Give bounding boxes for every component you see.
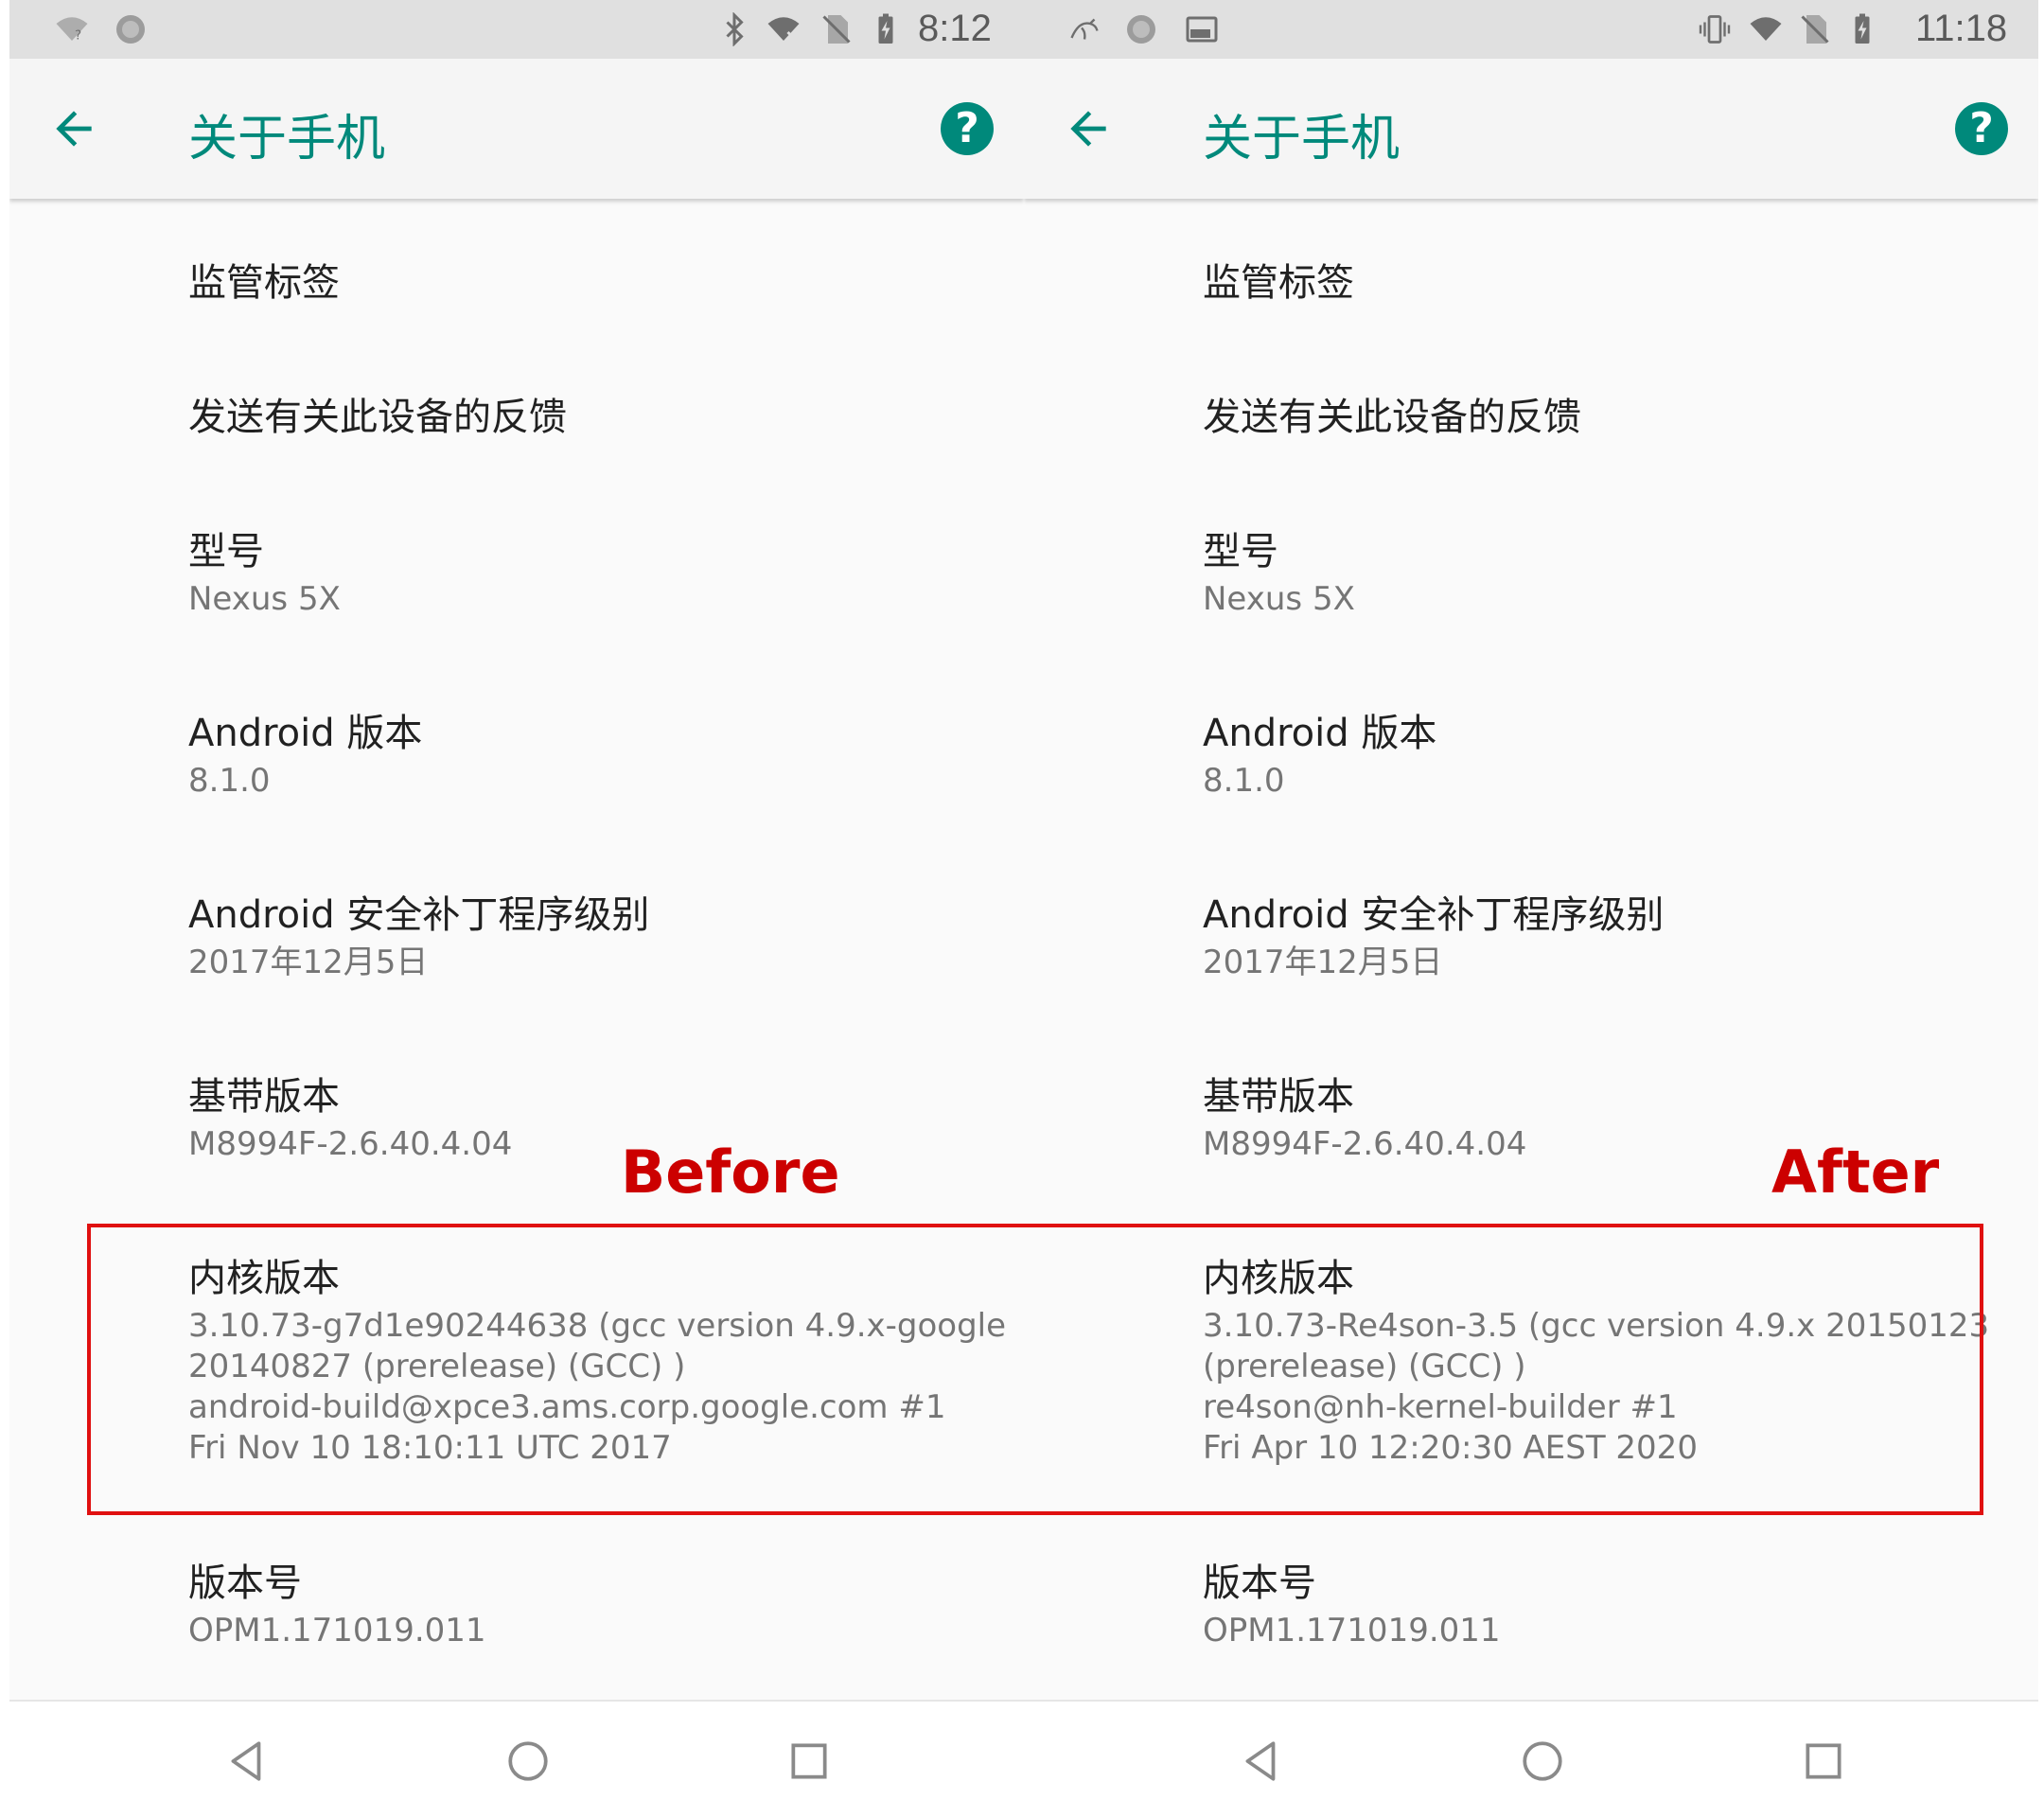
item-title: 发送有关此设备的反馈 bbox=[1203, 396, 1581, 439]
item-title: Android 版本 bbox=[1203, 712, 1437, 755]
item-title: 型号 bbox=[1203, 530, 1278, 573]
value-line: 8.1.0 bbox=[188, 762, 271, 800]
nav-home-icon[interactable] bbox=[1519, 1738, 1566, 1785]
list-item-regulatory-labels[interactable]: 监管标签 bbox=[188, 257, 993, 309]
no-sim-icon bbox=[822, 15, 851, 44]
value-line: OPM1.171019.011 bbox=[188, 1612, 486, 1649]
list-item-model[interactable]: 型号 Nexus 5X bbox=[188, 526, 993, 620]
sync-circle-icon bbox=[1127, 15, 1155, 44]
item-title: Android 安全补丁程序级别 bbox=[1203, 893, 1665, 937]
item-title: Android 版本 bbox=[188, 712, 423, 755]
no-sim-icon bbox=[1801, 15, 1829, 44]
back-arrow-icon[interactable] bbox=[1062, 102, 1115, 155]
item-title: 版本号 bbox=[1203, 1561, 1316, 1605]
page-title: 关于手机 bbox=[188, 111, 386, 168]
list-item-regulatory-labels[interactable]: 监管标签 bbox=[1203, 257, 2007, 309]
list-item-send-feedback[interactable]: 发送有关此设备的反馈 bbox=[188, 392, 993, 443]
wifi-icon bbox=[1750, 17, 1782, 41]
nav-recents-icon[interactable] bbox=[785, 1738, 833, 1785]
status-time: 11:18 bbox=[1915, 8, 2008, 49]
terminal-icon bbox=[1186, 16, 1218, 43]
sync-circle-icon bbox=[116, 15, 145, 44]
item-value: 2017年12月5日 bbox=[188, 943, 993, 983]
list-item-baseband-version[interactable]: 基带版本 M8994F-2.6.40.4.04 bbox=[188, 1071, 993, 1165]
value-line: 2017年12月5日 bbox=[188, 944, 429, 981]
item-title: 型号 bbox=[188, 530, 264, 573]
item-title: 监管标签 bbox=[1203, 261, 1354, 305]
help-icon[interactable]: ? bbox=[941, 102, 994, 155]
item-title: 基带版本 bbox=[188, 1075, 340, 1119]
battery-charging-icon bbox=[878, 13, 893, 44]
item-title: 发送有关此设备的反馈 bbox=[188, 396, 567, 439]
list-item-security-patch[interactable]: Android 安全补丁程序级别 2017年12月5日 bbox=[1203, 890, 2007, 983]
value-line: 8.1.0 bbox=[1203, 762, 1285, 800]
value-line: Nexus 5X bbox=[1203, 580, 1355, 618]
kali-dragon-icon bbox=[1070, 18, 1099, 40]
app-bar: 关于手机 ? bbox=[9, 59, 1024, 199]
item-value: Nexus 5X bbox=[188, 579, 993, 620]
list-item-security-patch[interactable]: Android 安全补丁程序级别 2017年12月5日 bbox=[188, 890, 993, 983]
item-value: Nexus 5X bbox=[1203, 579, 2007, 620]
item-title: 监管标签 bbox=[188, 261, 340, 305]
before-label: Before bbox=[621, 1138, 840, 1207]
item-value: 8.1.0 bbox=[188, 761, 993, 802]
svg-text:?: ? bbox=[75, 28, 81, 44]
item-title: Android 安全补丁程序级别 bbox=[188, 893, 650, 937]
navigation-bar bbox=[1024, 1700, 2038, 1817]
list-item-send-feedback[interactable]: 发送有关此设备的反馈 bbox=[1203, 392, 2007, 443]
list-item-android-version[interactable]: Android 版本 8.1.0 bbox=[1203, 708, 2007, 802]
nav-back-icon[interactable] bbox=[223, 1738, 271, 1785]
list-item-build-number[interactable]: 版本号 OPM1.171019.011 bbox=[188, 1558, 993, 1651]
value-line: OPM1.171019.011 bbox=[1203, 1612, 1501, 1649]
status-bar: 11:18 bbox=[1024, 0, 2038, 59]
status-bar: ? 8:12 bbox=[9, 0, 1024, 59]
navigation-bar bbox=[9, 1700, 1024, 1817]
list-item-android-version[interactable]: Android 版本 8.1.0 bbox=[188, 708, 993, 802]
kernel-version-highlight-box bbox=[87, 1224, 1983, 1515]
app-bar: 关于手机 ? bbox=[1024, 59, 2038, 199]
status-time: 8:12 bbox=[918, 8, 992, 49]
battery-charging-icon bbox=[1855, 13, 1870, 44]
screen-before: ? 8:12 关于手机 ? 监管标签 发送有关此设备的反馈 型号 Nexus 5 bbox=[9, 0, 1024, 1817]
value-line: 2017年12月5日 bbox=[1203, 944, 1443, 981]
value-line: M8994F-2.6.40.4.04 bbox=[188, 1125, 513, 1163]
help-icon[interactable]: ? bbox=[1955, 102, 2008, 155]
item-value: 8.1.0 bbox=[1203, 761, 2007, 802]
item-value: OPM1.171019.011 bbox=[188, 1611, 993, 1651]
list-item-build-number[interactable]: 版本号 OPM1.171019.011 bbox=[1203, 1558, 2007, 1651]
wifi-unknown-icon: ? bbox=[56, 17, 88, 44]
after-label: After bbox=[1771, 1138, 1940, 1207]
item-title: 基带版本 bbox=[1203, 1075, 1354, 1119]
item-value: M8994F-2.6.40.4.04 bbox=[188, 1124, 993, 1165]
nav-recents-icon[interactable] bbox=[1800, 1738, 1847, 1785]
value-line: Nexus 5X bbox=[188, 580, 341, 618]
bluetooth-icon bbox=[726, 12, 744, 46]
item-value: OPM1.171019.011 bbox=[1203, 1611, 2007, 1651]
item-title: 版本号 bbox=[188, 1561, 302, 1605]
nav-home-icon[interactable] bbox=[504, 1738, 552, 1785]
nav-back-icon[interactable] bbox=[1238, 1738, 1285, 1785]
vibrate-icon bbox=[1699, 15, 1731, 44]
wifi-off-icon bbox=[767, 17, 800, 43]
back-arrow-icon[interactable] bbox=[47, 102, 100, 155]
comparison-canvas: ? 8:12 关于手机 ? 监管标签 发送有关此设备的反馈 型号 Nexus 5 bbox=[0, 0, 2044, 1817]
list-item-model[interactable]: 型号 Nexus 5X bbox=[1203, 526, 2007, 620]
item-value: 2017年12月5日 bbox=[1203, 943, 2007, 983]
page-title: 关于手机 bbox=[1203, 111, 1401, 168]
screen-after: 11:18 关于手机 ? 监管标签 发送有关此设备的反馈 型号 Nexus 5X… bbox=[1024, 0, 2038, 1817]
